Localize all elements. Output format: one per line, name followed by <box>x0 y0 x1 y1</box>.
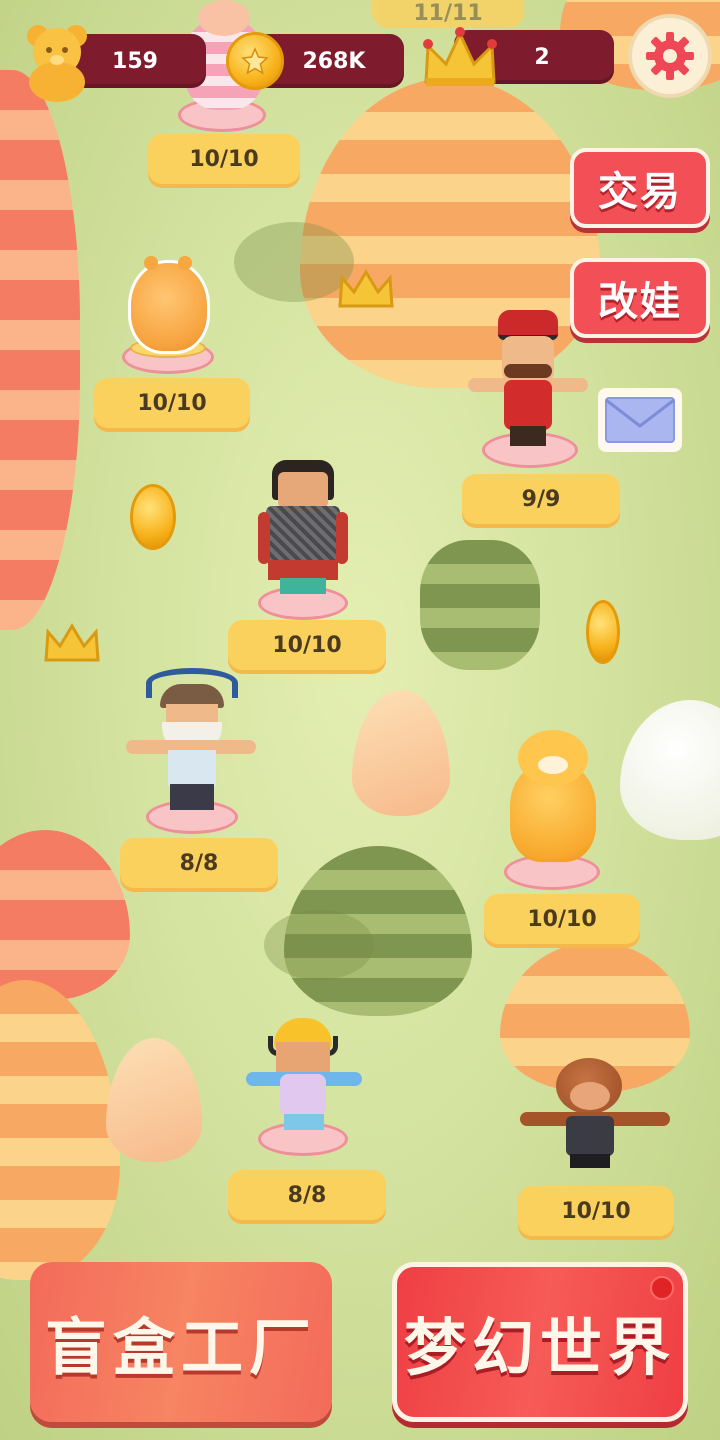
gummy-bear-icon <box>20 22 94 102</box>
monkey-face <box>570 1082 610 1110</box>
dream-world-button[interactable]: 梦幻世界 <box>392 1262 688 1422</box>
kid-body <box>280 1074 326 1116</box>
warrior-arm-right <box>336 512 348 564</box>
left-striped-hill <box>0 70 80 630</box>
mail-button[interactable] <box>596 386 684 454</box>
coin-pickup-2[interactable] <box>586 600 620 664</box>
figure-count-label: 8/8 <box>228 1170 386 1220</box>
gear-icon <box>646 32 694 80</box>
coin-icon <box>226 32 284 90</box>
figure-headphone-kid[interactable]: 8/8 <box>228 1012 386 1224</box>
crown-count: 2 <box>534 44 550 70</box>
blind-box-factory-button[interactable]: 盲盒工厂 <box>30 1262 332 1422</box>
peach-drop-1 <box>352 690 450 816</box>
figure-count-label: 10/10 <box>484 894 640 944</box>
figure-count-label: 10/10 <box>228 620 386 670</box>
trade-button[interactable]: 交易 <box>570 148 710 228</box>
orange-blob-body <box>128 260 210 354</box>
coin-count: 268K <box>302 48 366 74</box>
figure-orange-blob[interactable]: 10/10 <box>94 256 250 432</box>
envelope-icon <box>598 388 682 452</box>
warrior-face <box>278 472 328 508</box>
orange-blob-ear-left <box>144 256 158 270</box>
figure-count-label: 10/10 <box>518 1186 674 1236</box>
figure-count-label: 10/10 <box>94 378 250 428</box>
figure-count-label: 9/9 <box>462 474 620 524</box>
left-lower-hill <box>0 830 130 1000</box>
guard-mustache <box>504 364 552 378</box>
warrior-armor <box>266 506 340 564</box>
cat-face <box>538 756 568 774</box>
peach-drop-2 <box>106 1038 202 1162</box>
notification-dot <box>650 1276 674 1300</box>
guard-body <box>504 380 552 430</box>
figure-pink-bunny[interactable]: 10/10 <box>148 0 300 190</box>
orange-blob-ear-right <box>178 256 192 270</box>
level-progress-text: 11/11 <box>413 1 483 26</box>
monkey-body <box>566 1116 614 1156</box>
figure-count-label: 8/8 <box>120 838 278 888</box>
figure-armored-warrior[interactable]: 10/10 <box>228 456 386 676</box>
modify-doll-button[interactable]: 改娃 <box>570 258 710 338</box>
shadow-2 <box>264 910 374 980</box>
figure-viking[interactable]: 8/8 <box>120 664 278 894</box>
kid-legs <box>284 1114 324 1130</box>
figure-count-label: 10/10 <box>148 134 300 184</box>
figure-monkey[interactable]: 10/10 <box>516 1054 676 1240</box>
settings-button[interactable] <box>628 14 712 98</box>
monkey-legs <box>570 1154 610 1168</box>
figure-yellow-cat[interactable]: 10/10 <box>482 726 642 946</box>
viking-body <box>168 750 216 786</box>
pink-bunny-head <box>198 0 250 36</box>
viking-legs <box>170 784 214 810</box>
kid-face <box>276 1042 330 1076</box>
crown-pickup-1[interactable] <box>336 266 396 314</box>
green-stack <box>420 540 540 670</box>
warrior-skirt <box>268 560 338 580</box>
left-bottom-hill <box>0 980 120 1280</box>
crown-icon <box>418 24 502 98</box>
coin-pickup-1[interactable] <box>130 484 176 550</box>
bear-count: 159 <box>112 48 158 74</box>
game-world-scene: 10/10 10/10 9/9 10/10 8/8 10/10 8/8 10/1… <box>0 0 720 1440</box>
crown-pickup-2[interactable] <box>42 620 102 668</box>
warrior-arm-left <box>258 512 270 564</box>
guard-legs <box>510 426 546 446</box>
warrior-boots <box>280 578 326 594</box>
